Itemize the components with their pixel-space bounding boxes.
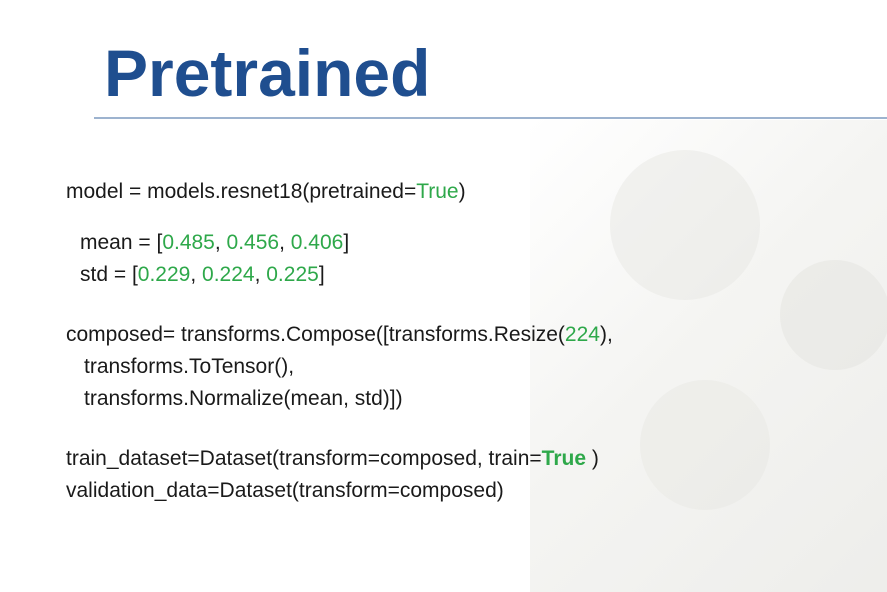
code-text: ]: [318, 263, 325, 286]
code-text: std = [: [80, 263, 138, 286]
code-text: ,: [190, 263, 203, 286]
code-text: transforms.Normalize(mean, std)]): [84, 387, 403, 410]
slide-title: Pretrained: [104, 36, 431, 110]
code-number: 0.224: [202, 263, 255, 286]
code-number: 0.225: [266, 263, 319, 286]
code-line-composed-3: transforms.Normalize(mean, std)]): [84, 387, 403, 411]
code-number: 224: [564, 323, 600, 346]
background-decoration: [530, 120, 887, 592]
code-text: ,: [254, 263, 267, 286]
code-line-train: train_dataset=Dataset(transform=composed…: [66, 447, 599, 471]
code-text: ,: [214, 231, 227, 254]
code-text: ,: [279, 231, 291, 254]
code-number: 0.456: [226, 231, 280, 254]
code-keyword: True: [541, 447, 587, 470]
code-line-validation: validation_data=Dataset(transform=compos…: [66, 479, 504, 503]
code-text: composed= transforms.Compose([transforms…: [66, 323, 565, 346]
title-underline: [94, 117, 887, 119]
code-text: ]: [343, 231, 350, 254]
background-blob: [780, 260, 887, 370]
code-line-composed-2: transforms.ToTensor(),: [84, 355, 294, 379]
code-text: validation_data=Dataset(transform=compos…: [66, 479, 504, 502]
code-line-composed-1: composed= transforms.Compose([transforms…: [66, 323, 613, 347]
code-text: ),: [599, 323, 613, 346]
code-text: transforms.ToTensor(),: [84, 355, 295, 378]
code-number: 0.406: [290, 231, 344, 254]
code-text: ): [586, 447, 599, 470]
code-number: 0.485: [162, 231, 215, 254]
background-blob: [640, 380, 770, 510]
code-keyword: True: [416, 180, 459, 203]
code-text: model = models.resnet18(pretrained=: [66, 180, 417, 203]
code-text: ): [458, 180, 466, 203]
code-text: train_dataset=Dataset(transform=composed…: [66, 447, 542, 470]
code-line-model: model = models.resnet18(pretrained=True): [66, 180, 466, 204]
code-line-std: std = [0.229, 0.224, 0.225]: [80, 263, 325, 287]
code-text: mean = [: [80, 231, 163, 254]
code-number: 0.229: [137, 263, 191, 286]
code-line-mean: mean = [0.485, 0.456, 0.406]: [80, 231, 349, 255]
background-blob: [610, 150, 760, 300]
